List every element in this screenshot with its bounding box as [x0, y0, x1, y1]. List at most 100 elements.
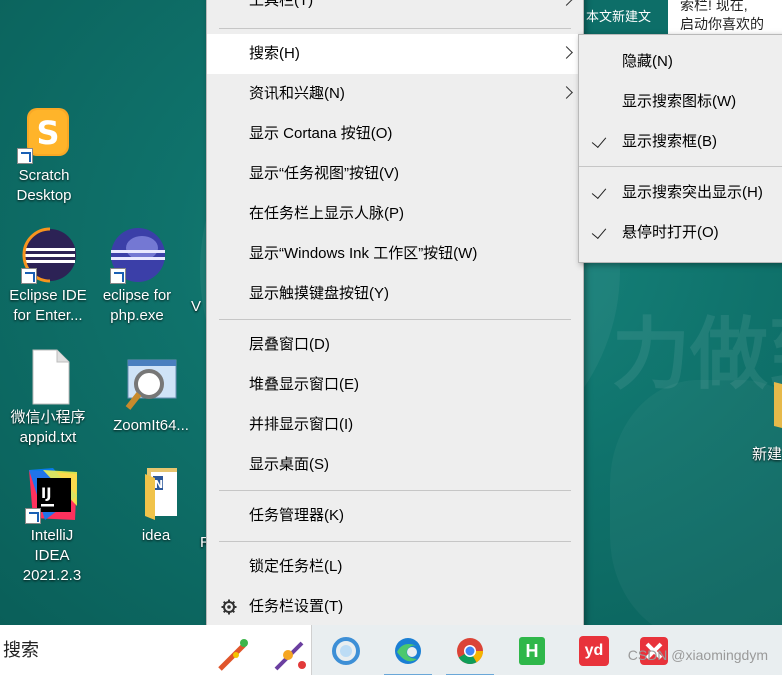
article-line: 索栏! 现在,	[680, 0, 748, 13]
menu-item-label: 任务管理器(K)	[249, 507, 344, 524]
menu-item-task-manager[interactable]: 任务管理器(K)	[207, 496, 583, 536]
desktop-icon-intellij[interactable]: IJ IntelliJ IDEA 2021.2.3	[12, 466, 92, 586]
menu-item-label: 显示 Cortana 按钮(O)	[249, 125, 393, 142]
search-highlight-icon	[218, 639, 306, 671]
desktop-icon-label: 新建	[752, 446, 782, 463]
menu-item-people[interactable]: 在任务栏上显示人脉(P)	[207, 194, 583, 234]
menu-separator	[219, 319, 571, 320]
svg-text:S: S	[36, 114, 59, 152]
desktop-icon-eclipse-ide[interactable]: Eclipse IDE for Enter...	[8, 226, 88, 326]
zoomit-icon	[122, 356, 180, 414]
submenu-item-open-on-hover[interactable]: 悬停时打开(O)	[579, 213, 782, 253]
desktop-icon-scratch[interactable]: S Scratch Desktop	[4, 106, 84, 206]
gear-icon	[221, 599, 237, 615]
desktop-icon-label: for Enter...	[13, 307, 83, 324]
menu-separator	[219, 541, 571, 542]
submenu-item-show-search-icon[interactable]: 显示搜索图标(W)	[579, 82, 782, 122]
taskbar: 搜索 H yd CSDN @xiaomingdym	[0, 625, 782, 675]
menu-item-label: 工具栏(T)	[249, 0, 314, 9]
desktop-icon-zoomit[interactable]: ZoomIt64...	[111, 356, 191, 436]
menu-item-label: 层叠窗口(D)	[249, 336, 330, 353]
desktop-icon-label: Desktop	[16, 187, 72, 204]
submenu-item-hidden[interactable]: 隐藏(N)	[579, 42, 782, 82]
menu-item-label: 搜索(H)	[249, 45, 300, 62]
menu-item-label: 堆叠显示窗口(E)	[249, 376, 359, 393]
menu-item-cascade[interactable]: 层叠窗口(D)	[207, 325, 583, 365]
search-submenu: 隐藏(N) 显示搜索图标(W) 显示搜索框(B) 显示搜索突出显示(H) 悬停时…	[578, 34, 782, 263]
shortcut-arrow-icon	[110, 268, 126, 284]
menu-item-stack[interactable]: 堆叠显示窗口(E)	[207, 365, 583, 405]
menu-item-search[interactable]: 搜索(H)	[207, 34, 583, 74]
taskbar-search-box[interactable]: 搜索	[0, 625, 312, 675]
desktop-icon-label: appid.txt	[19, 429, 77, 446]
menu-item-label: 任务栏设置(T)	[249, 598, 344, 615]
desktop-icon-label: Eclipse IDE	[9, 287, 87, 304]
text-file-icon	[19, 348, 77, 406]
submenu-separator	[579, 166, 782, 167]
svg-text:N: N	[154, 478, 163, 491]
menu-item-label: 显示“Windows Ink 工作区”按钮(W)	[249, 245, 478, 262]
eclipse-php-icon	[108, 226, 166, 284]
checkmark-icon	[591, 132, 607, 149]
desktop-icon-idea-folder[interactable]: N idea	[116, 466, 196, 546]
submenu-item-label: 显示搜索图标(W)	[622, 93, 737, 110]
menu-item-taskbar-settings[interactable]: 任务栏设置(T)	[207, 587, 583, 627]
youdao-glyph: yd	[579, 636, 609, 666]
menu-item-task-view[interactable]: 显示“任务视图”按钮(V)	[207, 154, 583, 194]
menu-item-label: 显示“任务视图”按钮(V)	[249, 165, 399, 182]
chevron-right-icon	[560, 86, 573, 99]
csdn-watermark: CSDN @xiaomingdym	[627, 647, 768, 663]
submenu-item-label: 隐藏(N)	[622, 53, 673, 70]
submenu-item-label: 显示搜索突出显示(H)	[622, 184, 763, 201]
menu-item-cortana[interactable]: 显示 Cortana 按钮(O)	[207, 114, 583, 154]
desktop-icon-new-folder[interactable]: 新建	[752, 380, 782, 464]
desktop-icon-label: 2021.2.3	[22, 567, 82, 584]
folder-icon: N	[127, 466, 185, 524]
menu-item-side-by-side[interactable]: 并排显示窗口(I)	[207, 405, 583, 445]
menu-item-lock-taskbar[interactable]: 锁定任务栏(L)	[207, 547, 583, 587]
chrome-icon[interactable]	[446, 633, 494, 675]
desktop-icon-wechat-mini[interactable]: 微信小程序 appid.txt	[8, 348, 88, 448]
youdao-icon[interactable]: yd	[576, 633, 612, 669]
menu-item-label: 显示桌面(S)	[249, 456, 329, 473]
menu-item-label: 在任务栏上显示人脉(P)	[249, 205, 404, 222]
desktop-icon-label: 微信小程序	[10, 409, 86, 426]
search-placeholder: 搜索	[3, 640, 39, 660]
chevron-right-icon	[560, 46, 573, 59]
desktop-icon-label: ZoomIt64...	[113, 417, 189, 434]
submenu-item-label: 悬停时打开(O)	[622, 224, 719, 241]
shortcut-arrow-icon	[25, 508, 41, 524]
intellij-icon: IJ	[23, 466, 81, 524]
shortcut-arrow-icon	[17, 148, 33, 164]
desktop-icon-label: idea	[141, 527, 171, 544]
cortana-icon[interactable]	[328, 633, 364, 669]
edge-icon[interactable]	[384, 633, 432, 675]
desktop-icon-label: IntelliJ IDEA	[30, 527, 74, 564]
submenu-item-show-search-box[interactable]: 显示搜索框(B)	[579, 122, 782, 162]
article-line: 启动你喜欢的	[680, 16, 764, 32]
menu-item-label: 并排显示窗口(I)	[249, 416, 354, 433]
desktop-icon-partial-label: V	[191, 298, 202, 315]
chevron-right-icon	[560, 0, 573, 6]
desktop-icon-eclipse-php[interactable]: eclipse for php.exe	[97, 226, 177, 326]
article-tag: 本文新建文	[584, 0, 668, 34]
menu-item-label: 显示触摸键盘按钮(Y)	[249, 285, 389, 302]
menu-item-toolbars[interactable]: 工具栏(T)	[207, 0, 583, 21]
article-snippet: 本文新建文 索栏! 现在, 启动你喜欢的	[584, 0, 782, 34]
menu-item-touch-keyboard[interactable]: 显示触摸键盘按钮(Y)	[207, 274, 583, 314]
menu-item-show-desktop[interactable]: 显示桌面(S)	[207, 445, 583, 485]
checkmark-icon	[591, 223, 607, 240]
menu-item-label: 资讯和兴趣(N)	[249, 85, 345, 102]
menu-item-label: 锁定任务栏(L)	[249, 558, 343, 575]
menu-item-windows-ink[interactable]: 显示“Windows Ink 工作区”按钮(W)	[207, 234, 583, 274]
checkmark-icon	[591, 183, 607, 200]
hbuilder-icon[interactable]: H	[514, 633, 550, 669]
menu-item-news-interests[interactable]: 资讯和兴趣(N)	[207, 74, 583, 114]
submenu-item-search-highlights[interactable]: 显示搜索突出显示(H)	[579, 173, 782, 213]
folder-icon	[774, 382, 782, 428]
svg-text:IJ: IJ	[41, 486, 51, 502]
submenu-item-label: 显示搜索框(B)	[622, 133, 717, 150]
hbuilder-glyph: H	[519, 637, 545, 665]
taskbar-context-menu: 工具栏(T) 搜索(H) 资讯和兴趣(N) 显示 Cortana 按钮(O) 显…	[206, 0, 584, 637]
desktop-icon-label: eclipse for	[102, 287, 172, 304]
